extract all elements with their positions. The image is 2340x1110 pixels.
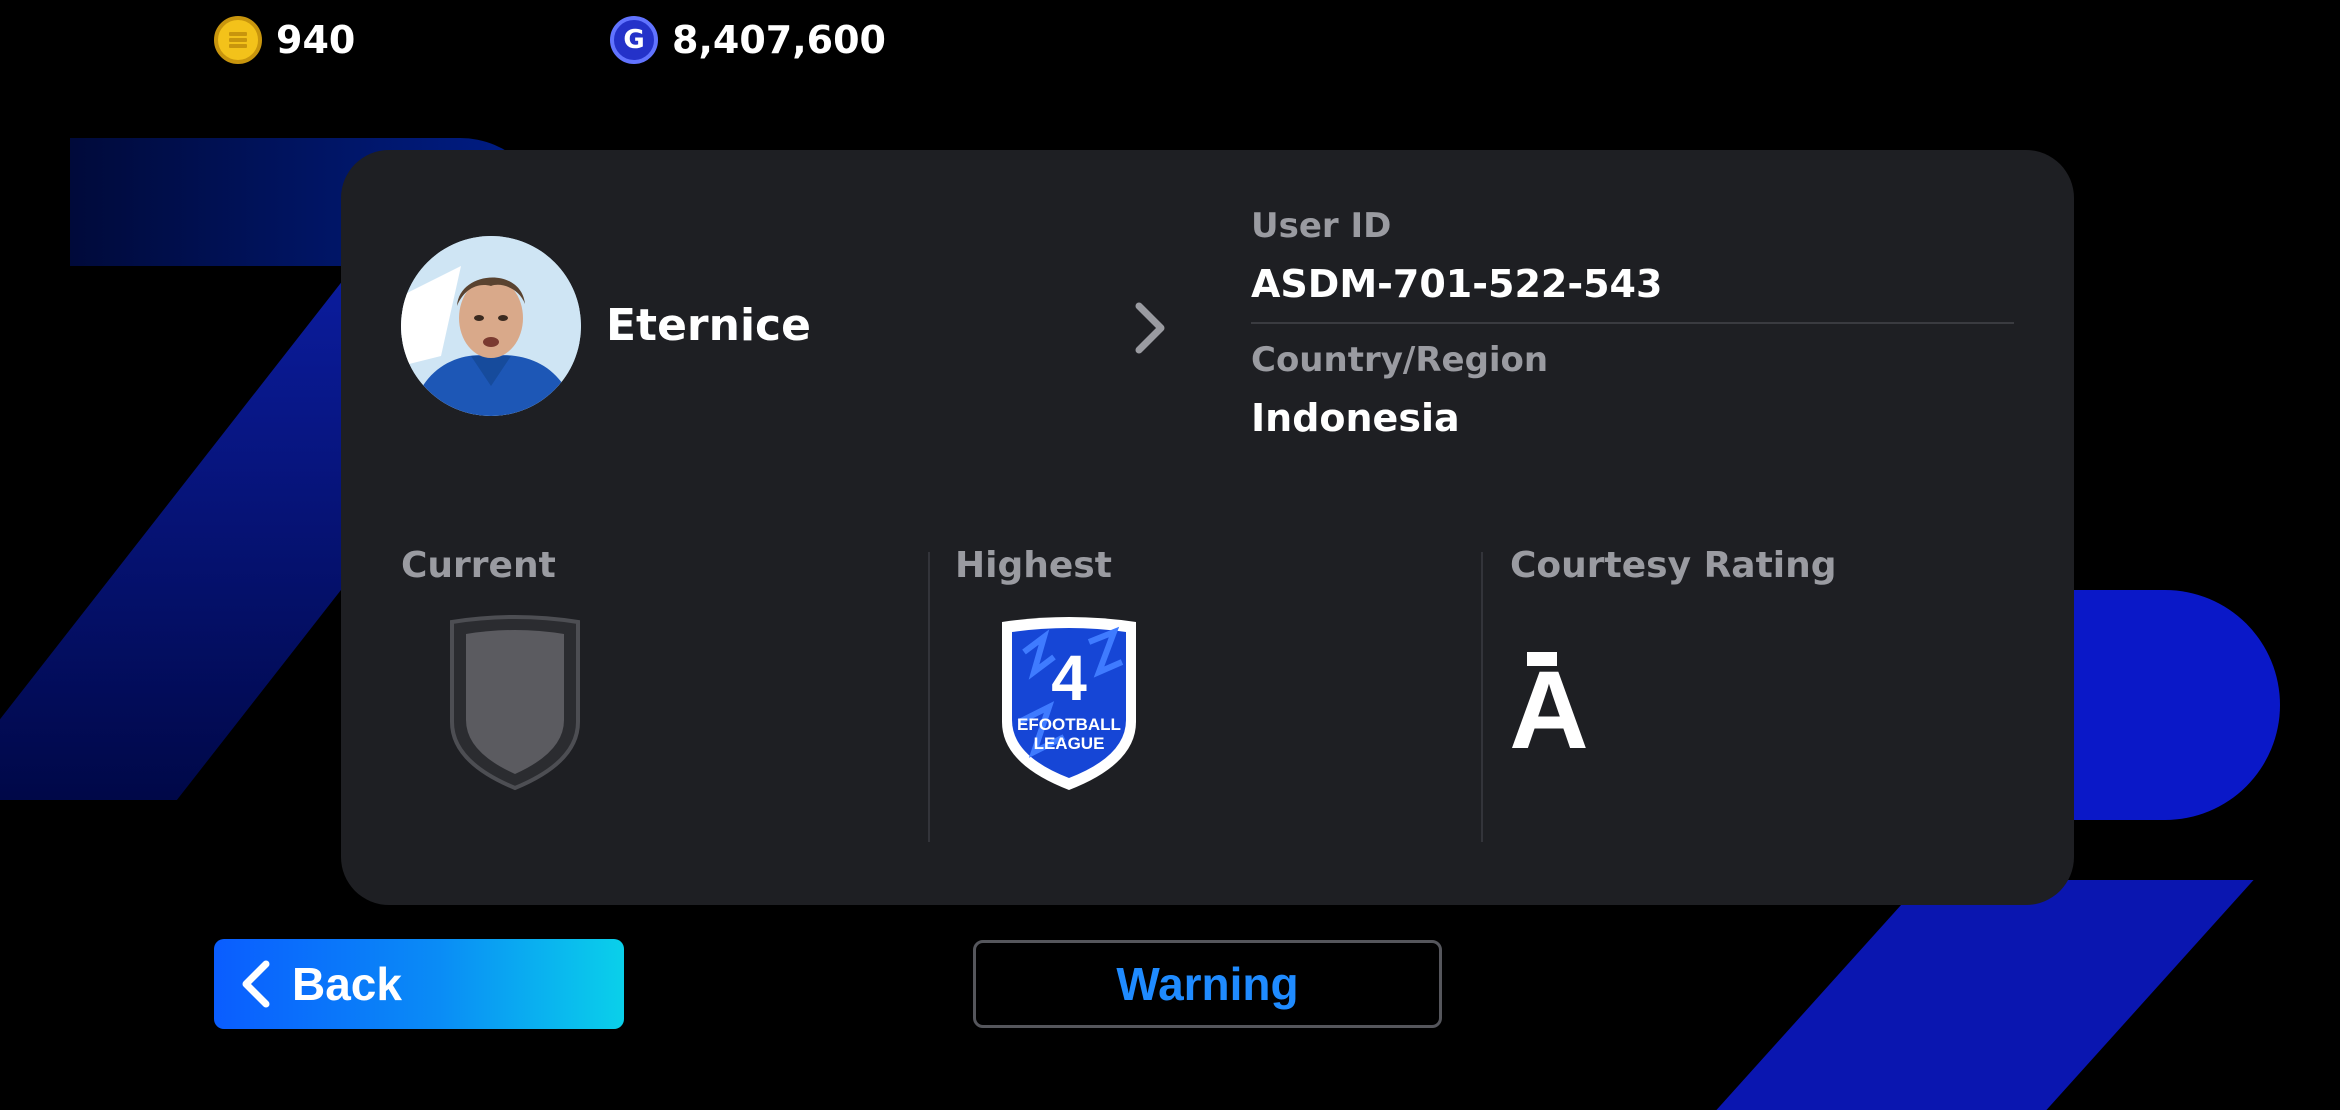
gp-value: 8,407,600 [672,18,886,62]
coin-icon [214,16,262,64]
country-value: Indonesia [1251,396,1460,440]
chevron-left-icon [242,960,270,1008]
gp-icon: G [610,16,658,64]
gp-balance: G 8,407,600 [610,16,886,64]
coins-balance: 940 [214,16,355,64]
profile-panel: Eternice User ID ASDM-701-522-543 Countr… [341,150,2074,905]
user-id-label: User ID [1251,206,1392,246]
empty-division-badge [450,615,580,791]
current-division-label: Current [401,545,556,586]
warning-button[interactable]: Warning [973,940,1442,1028]
chevron-right-icon[interactable] [1129,298,1169,358]
efootball-league-badge: 4 EFOOTBALL LEAGUE [1002,617,1136,790]
badge-line1: EFOOTBALL [1017,715,1121,734]
badge-number: 4 [1051,642,1087,714]
background-diagonal-right [1716,880,2254,1110]
info-divider [1251,322,2014,324]
column-divider [928,552,930,842]
warning-button-label: Warning [1116,958,1299,1010]
coins-value: 940 [276,18,356,62]
profile-name: Eternice [606,300,811,351]
svg-text:A: A [1509,649,1588,754]
back-button-label: Back [292,958,402,1010]
courtesy-rating-grade: A [1509,649,1588,754]
back-button[interactable]: Back [214,939,624,1029]
courtesy-rating-label: Courtesy Rating [1510,545,1837,586]
badge-line2: LEAGUE [1034,734,1105,753]
player-avatar[interactable] [401,236,581,416]
highest-division-label: Highest [955,545,1112,586]
user-id-value: ASDM-701-522-543 [1251,262,1663,306]
column-divider [1481,552,1483,842]
country-label: Country/Region [1251,340,1549,380]
